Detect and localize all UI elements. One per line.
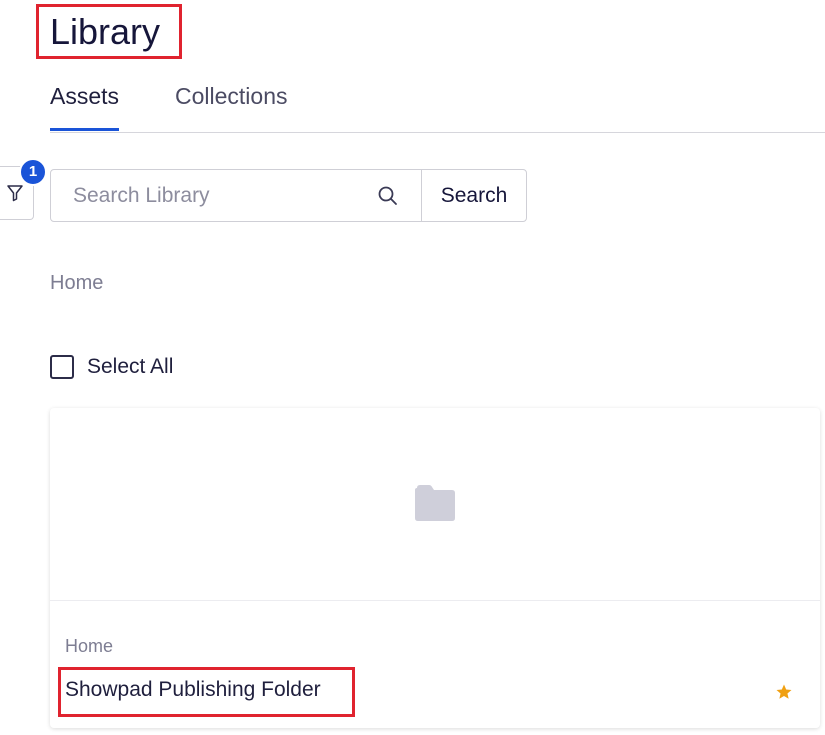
tab-bar: Assets Collections xyxy=(50,80,825,133)
filter-icon xyxy=(7,185,23,202)
folder-card[interactable]: Home Showpad Publishing Folder xyxy=(50,408,820,728)
folder-card-path: Home xyxy=(65,636,114,656)
select-all-control[interactable]: Select All xyxy=(50,354,173,380)
folder-card-thumbnail xyxy=(50,408,820,601)
library-page: Library Assets Collections 1 Search Home… xyxy=(0,0,825,735)
folder-card-name[interactable]: Showpad Publishing Folder xyxy=(65,678,321,702)
tab-assets[interactable]: Assets xyxy=(50,80,120,131)
search-button[interactable]: Search xyxy=(421,169,527,222)
select-all-label: Select All xyxy=(87,355,174,378)
page-title: Library xyxy=(50,11,161,52)
breadcrumb-home[interactable]: Home xyxy=(50,272,103,295)
search-input[interactable] xyxy=(51,170,421,221)
search-icon[interactable] xyxy=(377,185,399,207)
tab-collections[interactable]: Collections xyxy=(175,80,288,112)
filter-count-badge: 1 xyxy=(19,158,47,186)
search-bar: Search xyxy=(50,169,527,222)
star-icon[interactable] xyxy=(775,683,793,701)
select-all-checkbox[interactable] xyxy=(50,355,74,379)
folder-icon xyxy=(415,485,455,521)
